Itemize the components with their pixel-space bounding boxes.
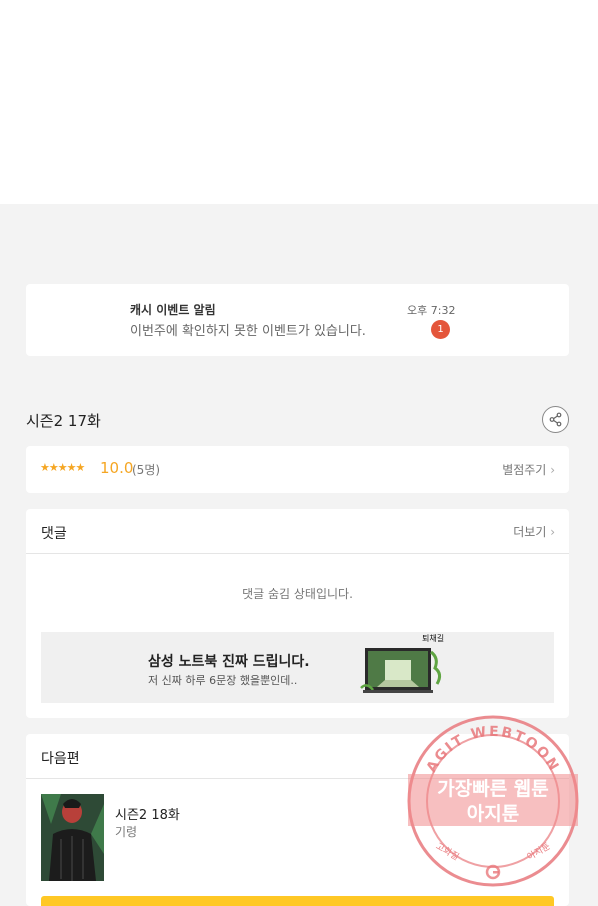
next-episode-title: 다음편 [41, 751, 80, 767]
laptop-image [360, 648, 442, 693]
cash-event-notification[interactable]: 캐시 이벤트 알림 이번주에 확인하지 못한 이벤트가 있습니다. 오후 7:3… [26, 284, 569, 356]
notification-badge: 1 [431, 320, 450, 339]
rate-button[interactable]: 별점주기 › [502, 461, 555, 478]
star-rating-icon: ★★★★★ [40, 461, 85, 474]
next-episode-name[interactable]: 시즌2 18화 [115, 804, 180, 823]
ad-subtitle: 저 신짜 하루 6문장 했을뿐인데.. [148, 674, 298, 687]
next-episode-header: 다음편 [26, 734, 569, 779]
rate-button-label: 별점주기 [502, 463, 547, 477]
comments-card: 댓글 더보기 › 댓글 숨김 상태입니다. 삼성 노트북 진짜 드립니다. 저 … [26, 509, 569, 718]
notification-time: 오후 7:32 [407, 304, 456, 317]
ad-image-label: 퇴채길 [422, 634, 445, 643]
episode-title: 시즌2 17화 [26, 412, 101, 430]
character-thumbnail-image [41, 794, 104, 881]
share-button[interactable] [542, 406, 569, 433]
comments-header: 댓글 더보기 › [26, 509, 569, 554]
ad-title: 삼성 노트북 진짜 드립니다. [148, 654, 310, 670]
more-label: 더보기 [513, 525, 547, 539]
rating-score: 10.0 [100, 459, 134, 477]
share-icon [549, 412, 562, 427]
next-episode-meta: 기령 [115, 825, 138, 839]
comments-hidden-message: 댓글 숨김 상태입니다. [242, 587, 353, 601]
rating-voters: (5명) [132, 463, 161, 477]
notification-message: 이번주에 확인하지 못한 이벤트가 있습니다. [130, 324, 366, 339]
next-episode-thumbnail[interactable] [41, 794, 104, 881]
next-episode-card: 다음편 시즌2 18화 기령 [26, 734, 569, 906]
chevron-right-icon: › [550, 463, 555, 477]
comments-more-button[interactable]: 더보기 › [513, 523, 555, 540]
chevron-right-icon: › [550, 525, 555, 539]
next-episode-button[interactable] [41, 896, 554, 906]
rating-card: ★★★★★ 10.0 (5명) 별점주기 › [26, 446, 569, 493]
content-area-top [0, 0, 598, 204]
notification-title: 캐시 이벤트 알림 [130, 303, 216, 317]
ad-banner[interactable]: 삼성 노트북 진짜 드립니다. 저 신짜 하루 6문장 했을뿐인데.. 퇴채길 [41, 632, 554, 703]
comments-title: 댓글 [41, 526, 67, 542]
